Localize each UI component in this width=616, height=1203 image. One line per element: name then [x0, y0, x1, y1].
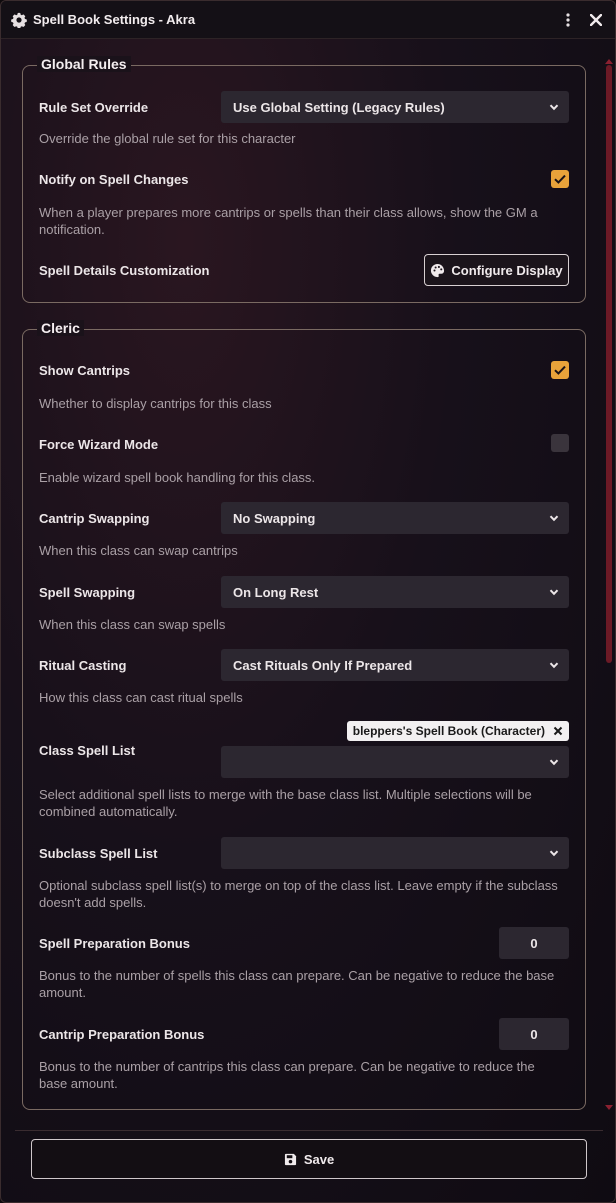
cantrip-bonus-hint: Bonus to the number of cantrips this cla… [39, 1059, 535, 1091]
details-label: Spell Details Customization [39, 262, 210, 278]
show-cantrips-hint: Whether to display cantrips for this cla… [39, 396, 272, 411]
subclass-spell-list-select[interactable] [221, 837, 569, 869]
configure-display-label: Configure Display [451, 262, 563, 278]
rule-set-value: Use Global Setting (Legacy Rules) [233, 99, 445, 115]
spell-bonus-value: 0 [530, 935, 538, 951]
spell-bonus-label: Spell Preparation Bonus [39, 935, 190, 951]
floppy-disk-icon [284, 1153, 296, 1165]
settings-scroll-area[interactable]: Global Rules Rule Set Override Use Globa… [1, 39, 615, 1115]
checkmark-icon [554, 174, 566, 184]
rule-set-label: Rule Set Override [39, 99, 149, 115]
notify-label: Notify on Spell Changes [39, 171, 189, 187]
chevron-down-icon [549, 759, 559, 766]
class-spell-list-tag-label: bleppers's Spell Book (Character) [352, 724, 545, 738]
force-wizard-hint: Enable wizard spell book handling for th… [39, 470, 316, 485]
spell-swapping-hint: When this class can swap spells [39, 617, 226, 632]
class-spell-list-hint: Select additional spell lists to merge w… [39, 787, 532, 819]
spell-book-settings-window: Spell Book Settings - Akra Global Rules … [0, 0, 616, 1203]
remove-tag-icon[interactable] [553, 726, 563, 736]
class-spell-list-select[interactable] [221, 746, 569, 778]
force-wizard-row: Force Wizard Mode [39, 434, 569, 454]
kebab-menu-icon[interactable] [559, 11, 577, 29]
spell-swapping-value: On Long Rest [233, 584, 319, 600]
cantrip-bonus-input[interactable]: 0 [499, 1018, 569, 1050]
checkmark-icon [554, 365, 566, 375]
scroll-down-arrow-icon[interactable] [605, 1105, 613, 1110]
ritual-casting-hint: How this class can cast ritual spells [39, 690, 243, 705]
show-cantrips-label: Show Cantrips [39, 362, 131, 378]
cleric-group: Cleric Show Cantrips Whether to display … [22, 320, 586, 1110]
spell-swapping-label: Spell Swapping [39, 584, 136, 600]
footer-divider [15, 1130, 603, 1131]
force-wizard-label: Force Wizard Mode [39, 436, 159, 452]
save-button[interactable]: Save [31, 1139, 587, 1179]
global-rules-group: Global Rules Rule Set Override Use Globa… [22, 56, 586, 303]
save-label: Save [303, 1151, 335, 1167]
ritual-casting-label: Ritual Casting [39, 657, 127, 673]
cantrip-swapping-value: No Swapping [233, 510, 316, 526]
configure-display-button[interactable]: Configure Display [424, 254, 569, 286]
spell-bonus-row: Spell Preparation Bonus [39, 927, 569, 959]
notify-checkbox[interactable] [551, 170, 569, 188]
spell-bonus-hint: Bonus to the number of spells this class… [39, 968, 555, 1000]
cantrip-bonus-value: 0 [530, 1026, 538, 1042]
cleric-legend: Cleric [37, 320, 84, 336]
window-title: Spell Book Settings - Akra [33, 12, 196, 27]
global-rules-legend: Global Rules [37, 56, 131, 72]
chevron-down-icon [549, 662, 559, 669]
chevron-down-icon [549, 104, 559, 111]
class-spell-list-tag[interactable]: bleppers's Spell Book (Character) [346, 721, 569, 741]
subclass-spell-list-hint: Optional subclass spell list(s) to merge… [39, 878, 558, 910]
window-titlebar[interactable]: Spell Book Settings - Akra [1, 1, 615, 39]
show-cantrips-checkbox[interactable] [551, 361, 569, 379]
cantrip-bonus-row: Cantrip Preparation Bonus [39, 1018, 569, 1050]
scrollbar-thumb[interactable] [606, 65, 612, 663]
chevron-down-icon [549, 515, 559, 522]
ritual-casting-value: Cast Rituals Only If Prepared [233, 657, 413, 673]
scroll-up-arrow-icon[interactable] [605, 59, 613, 64]
spell-bonus-input[interactable]: 0 [499, 927, 569, 959]
rule-set-select[interactable]: Use Global Setting (Legacy Rules) [221, 91, 569, 123]
cantrip-swapping-select[interactable]: No Swapping [221, 502, 569, 534]
rule-set-hint: Override the global rule set for this ch… [39, 131, 296, 146]
cantrip-swapping-label: Cantrip Swapping [39, 510, 150, 526]
show-cantrips-row: Show Cantrips [39, 360, 569, 380]
cantrip-bonus-label: Cantrip Preparation Bonus [39, 1026, 205, 1042]
palette-icon [431, 263, 445, 277]
gear-icon [11, 12, 27, 28]
chevron-down-icon [549, 850, 559, 857]
window-footer: Save [1, 1115, 615, 1202]
cantrip-swapping-hint: When this class can swap cantrips [39, 543, 238, 558]
ritual-casting-select[interactable]: Cast Rituals Only If Prepared [221, 649, 569, 681]
subclass-spell-list-label: Subclass Spell List [39, 845, 158, 861]
chevron-down-icon [549, 589, 559, 596]
spell-swapping-select[interactable]: On Long Rest [221, 576, 569, 608]
notify-hint: When a player prepares more cantrips or … [39, 205, 538, 237]
close-icon[interactable] [587, 11, 605, 29]
class-spell-list-label: Class Spell List [39, 742, 136, 758]
notify-row: Notify on Spell Changes [39, 169, 569, 189]
force-wizard-checkbox[interactable] [551, 434, 569, 452]
